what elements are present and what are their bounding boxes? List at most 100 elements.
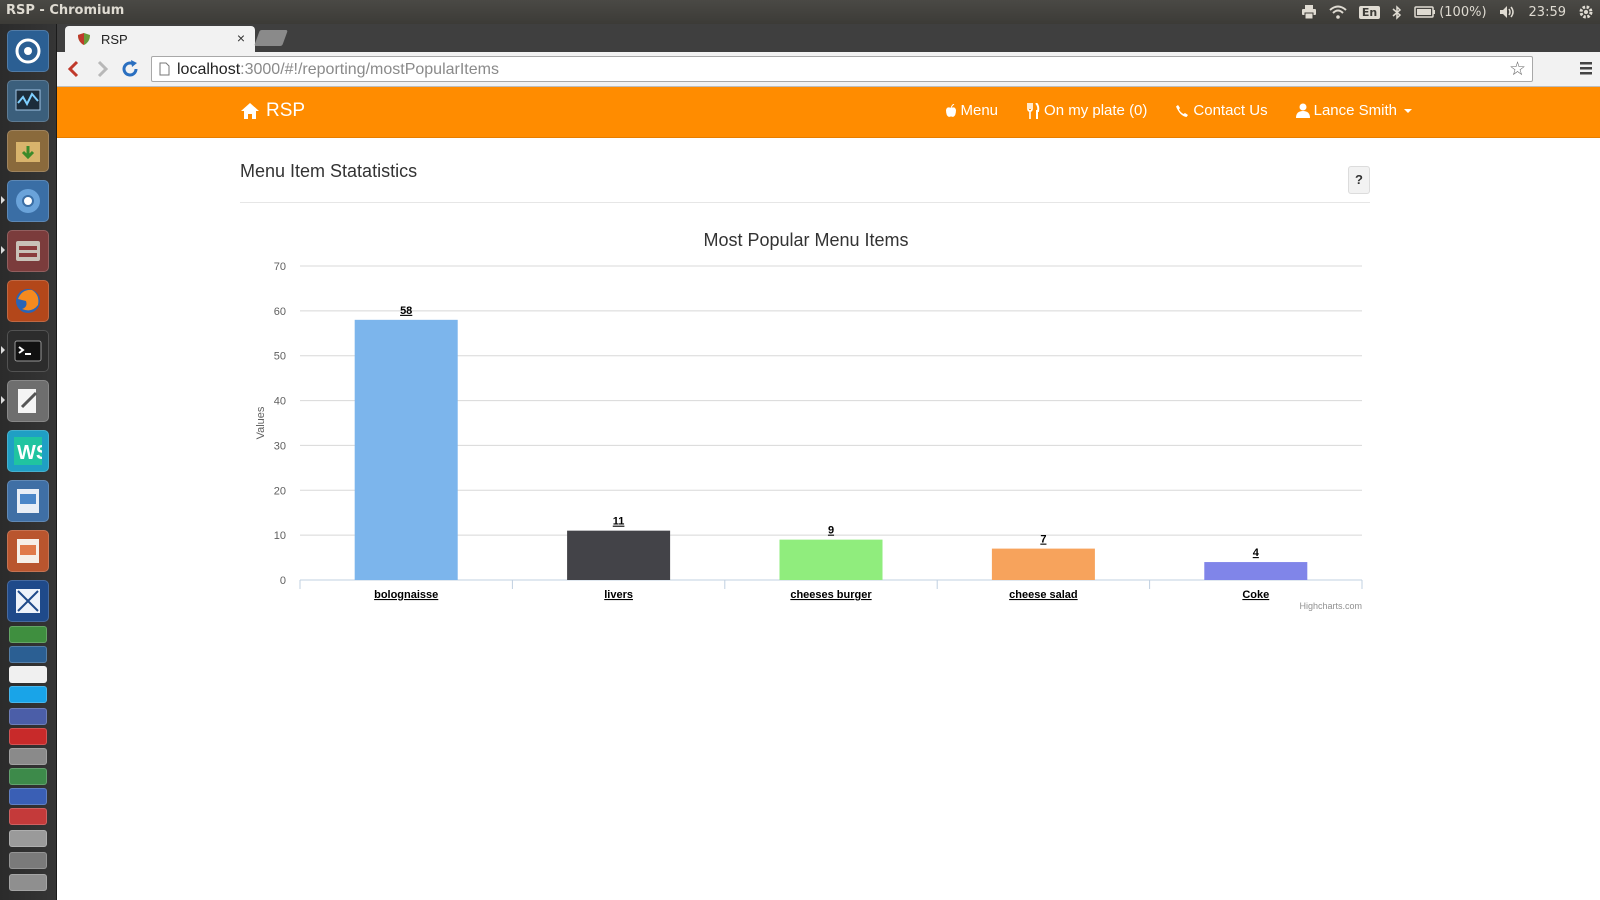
browser-tab[interactable]: RSP × xyxy=(65,26,255,52)
monitor-icon[interactable] xyxy=(9,646,47,663)
y-tick-label: 40 xyxy=(274,396,286,408)
nav-user-label: Lance Smith xyxy=(1313,102,1397,119)
nav-menu-label: Menu xyxy=(960,102,999,119)
url-path: :3000/#!/reporting/mostPopularItems xyxy=(240,61,499,78)
bar[interactable] xyxy=(354,319,458,580)
bar[interactable] xyxy=(1204,562,1308,580)
nav-on-my-plate[interactable]: On my plate (0) xyxy=(1026,102,1147,119)
bar[interactable] xyxy=(991,548,1095,580)
user-icon xyxy=(1295,103,1310,118)
window-title: RSP - Chromium xyxy=(6,3,125,18)
system-tray: En (100%) 23:59 xyxy=(1301,0,1594,24)
help-button[interactable]: ? xyxy=(1348,166,1370,194)
remote-desktop-icon[interactable] xyxy=(9,768,47,785)
spreadsheet-icon[interactable] xyxy=(9,626,47,643)
chart-container: Most Popular Menu Items 0 10 20 30 40 50 60 70 Va… xyxy=(240,222,1370,622)
nav-menu[interactable]: Menu xyxy=(945,102,999,119)
brand-link[interactable]: RSP xyxy=(240,100,305,122)
browser-toolbar: localhost:3000/#!/reporting/mostPopularI… xyxy=(57,52,1600,87)
data-label: 4 xyxy=(1253,547,1260,559)
y-tick-label: 30 xyxy=(274,440,286,452)
skype-icon[interactable] xyxy=(9,686,47,703)
x-tick-label[interactable]: cheese salad xyxy=(1009,589,1078,601)
files-icon[interactable] xyxy=(7,230,49,272)
battery-icon xyxy=(1414,6,1436,18)
y-tick-label: 0 xyxy=(280,575,286,587)
gear-icon[interactable] xyxy=(1578,4,1594,20)
data-label: 11 xyxy=(613,516,625,528)
drawing-icon[interactable] xyxy=(7,580,49,622)
webstorm-icon[interactable]: WS xyxy=(7,430,49,472)
page-icon xyxy=(159,62,170,81)
phone-icon xyxy=(1176,104,1189,117)
wifi-icon[interactable] xyxy=(1329,5,1347,19)
bluetooth-icon[interactable] xyxy=(1392,4,1402,20)
system-top-panel: RSP - Chromium En (100%) 23:59 xyxy=(0,0,1600,24)
keyboard-layout-indicator[interactable]: En xyxy=(1358,5,1381,19)
youtube-icon[interactable] xyxy=(9,728,47,745)
removable-drive-icon[interactable] xyxy=(9,852,47,869)
text-editor-icon[interactable] xyxy=(7,380,49,422)
nav-plate-label: On my plate (0) xyxy=(1044,102,1148,119)
x-tick-label[interactable]: bolognaisse xyxy=(374,589,438,601)
y-tick-label: 70 xyxy=(274,261,286,273)
svg-text:WS: WS xyxy=(17,442,42,464)
url-host: localhost xyxy=(177,61,241,78)
nav-user-dropdown[interactable]: Lance Smith xyxy=(1295,102,1412,119)
back-button[interactable] xyxy=(63,58,85,80)
bookmark-star-icon[interactable]: ☆ xyxy=(1509,58,1526,81)
nav-contact-label: Contact Us xyxy=(1193,102,1268,119)
data-label: 58 xyxy=(400,305,412,317)
presentation-icon[interactable] xyxy=(7,530,49,572)
bar-chart: Most Popular Menu Items 0 10 20 30 40 50 60 70 Va… xyxy=(255,230,1363,611)
firefox-icon[interactable] xyxy=(7,280,49,322)
y-tick-label: 50 xyxy=(274,351,286,363)
tab-title: RSP xyxy=(101,32,128,47)
chevron-down-icon xyxy=(1404,108,1412,113)
drive-icon[interactable] xyxy=(9,748,47,765)
app-nav-items: Menu On my plate (0) Contact Us Lance Sm… xyxy=(945,102,1412,119)
bar[interactable] xyxy=(567,530,671,580)
system-monitor-icon[interactable] xyxy=(7,80,49,122)
chromium-icon[interactable] xyxy=(7,180,49,222)
gmail-icon[interactable] xyxy=(9,666,47,683)
y-tick-label: 20 xyxy=(274,485,286,497)
volume-icon[interactable] xyxy=(1499,5,1517,19)
new-tab-button[interactable] xyxy=(254,30,288,46)
address-bar[interactable]: localhost:3000/#!/reporting/mostPopularI… xyxy=(151,56,1533,82)
disk-icon[interactable] xyxy=(9,874,47,891)
tab-close-button[interactable]: × xyxy=(237,30,245,46)
forward-button[interactable] xyxy=(91,58,113,80)
chart-credits-link[interactable]: Highcharts.com xyxy=(1299,601,1362,611)
image-viewer-icon[interactable] xyxy=(7,480,49,522)
bar[interactable] xyxy=(779,539,883,580)
clock[interactable]: 23:59 xyxy=(1529,5,1566,20)
page-title: Menu Item Statatistics xyxy=(240,161,418,181)
data-label: 7 xyxy=(1040,534,1046,546)
home-icon xyxy=(241,103,259,119)
x-tick-label[interactable]: cheeses burger xyxy=(790,589,872,601)
page-header: Menu Item Statatistics ? xyxy=(240,161,1370,203)
trash-icon[interactable] xyxy=(9,830,47,847)
nav-contact-us[interactable]: Contact Us xyxy=(1175,102,1268,119)
data-label: 9 xyxy=(828,525,834,537)
hamburger-menu-icon[interactable] xyxy=(1578,59,1594,77)
chart-title: Most Popular Menu Items xyxy=(703,230,908,250)
shield-favicon-icon xyxy=(77,32,91,49)
y-tick-label: 60 xyxy=(274,306,286,318)
printer-icon[interactable] xyxy=(1301,5,1317,19)
kdenlive-icon[interactable] xyxy=(9,708,47,725)
y-axis-title: Values xyxy=(255,406,267,439)
y-tick-label: 10 xyxy=(274,530,286,542)
red-app-icon[interactable] xyxy=(9,808,47,825)
workspace-switcher-icon[interactable] xyxy=(9,788,47,805)
url-text: localhost:3000/#!/reporting/mostPopularI… xyxy=(177,61,499,79)
reload-button[interactable] xyxy=(119,58,141,80)
x-tick-label[interactable]: livers xyxy=(604,589,633,601)
app-navbar: RSP Menu On my plate (0) Contact Us Lanc… xyxy=(57,87,1600,138)
terminal-icon[interactable] xyxy=(7,330,49,372)
battery-indicator[interactable]: (100%) xyxy=(1414,5,1487,20)
software-updater-icon[interactable] xyxy=(7,130,49,172)
dash-home-icon[interactable] xyxy=(7,30,49,72)
x-tick-label[interactable]: Coke xyxy=(1242,589,1269,601)
